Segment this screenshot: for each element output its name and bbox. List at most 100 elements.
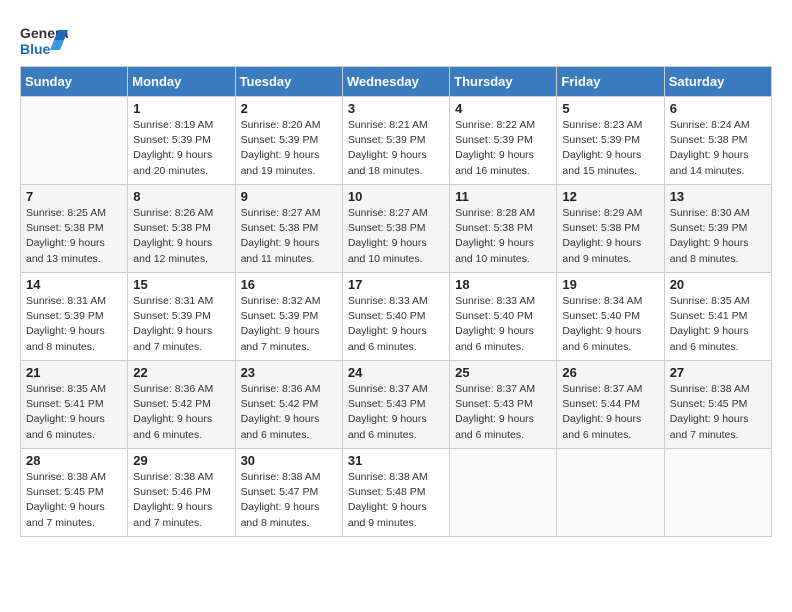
day-info: Sunrise: 8:38 AMSunset: 5:47 PMDaylight:… xyxy=(241,470,337,531)
day-info: Sunrise: 8:38 AMSunset: 5:45 PMDaylight:… xyxy=(670,382,766,443)
day-number: 17 xyxy=(348,277,444,292)
svg-text:Blue: Blue xyxy=(20,41,51,57)
day-cell: 19 Sunrise: 8:34 AMSunset: 5:40 PMDayligh… xyxy=(557,273,664,361)
col-header-thursday: Thursday xyxy=(450,67,557,97)
day-cell: 11 Sunrise: 8:28 AMSunset: 5:38 PMDayligh… xyxy=(450,185,557,273)
day-cell xyxy=(557,449,664,537)
day-cell xyxy=(21,97,128,185)
day-number: 22 xyxy=(133,365,229,380)
day-number: 26 xyxy=(562,365,658,380)
day-info: Sunrise: 8:37 AMSunset: 5:43 PMDaylight:… xyxy=(455,382,551,443)
day-number: 21 xyxy=(26,365,122,380)
day-info: Sunrise: 8:20 AMSunset: 5:39 PMDaylight:… xyxy=(241,118,337,179)
day-info: Sunrise: 8:27 AMSunset: 5:38 PMDaylight:… xyxy=(241,206,337,267)
day-cell: 30 Sunrise: 8:38 AMSunset: 5:47 PMDayligh… xyxy=(235,449,342,537)
col-header-tuesday: Tuesday xyxy=(235,67,342,97)
day-info: Sunrise: 8:35 AMSunset: 5:41 PMDaylight:… xyxy=(26,382,122,443)
day-cell: 2Sunrise: 8:20 AMSunset: 5:39 PMDaylight… xyxy=(235,97,342,185)
day-info: Sunrise: 8:26 AMSunset: 5:38 PMDaylight:… xyxy=(133,206,229,267)
day-info: Sunrise: 8:33 AMSunset: 5:40 PMDaylight:… xyxy=(348,294,444,355)
day-cell: 16 Sunrise: 8:32 AMSunset: 5:39 PMDayligh… xyxy=(235,273,342,361)
week-row-1: 1 Sunrise: 8:19 AMSunset: 5:39 PMDaylight… xyxy=(21,97,772,185)
col-header-saturday: Saturday xyxy=(664,67,771,97)
day-number: 25 xyxy=(455,365,551,380)
day-number: 18 xyxy=(455,277,551,292)
header-row: SundayMondayTuesdayWednesdayThursdayFrid… xyxy=(21,67,772,97)
day-cell: 4Sunrise: 8:22 AMSunset: 5:39 PMDaylight… xyxy=(450,97,557,185)
day-info: Sunrise: 8:28 AMSunset: 5:38 PMDaylight:… xyxy=(455,206,551,267)
day-number: 19 xyxy=(562,277,658,292)
week-row-4: 21 Sunrise: 8:35 AMSunset: 5:41 PMDayligh… xyxy=(21,361,772,449)
page-header: General Blue xyxy=(20,20,772,60)
day-number: 6 xyxy=(670,101,766,116)
day-info: Sunrise: 8:34 AMSunset: 5:40 PMDaylight:… xyxy=(562,294,658,355)
day-number: 15 xyxy=(133,277,229,292)
day-info: Sunrise: 8:23 AMSunset: 5:39 PMDaylight:… xyxy=(562,118,658,179)
day-cell: 7 Sunrise: 8:25 AMSunset: 5:38 PMDaylight… xyxy=(21,185,128,273)
day-number: 31 xyxy=(348,453,444,468)
day-info: Sunrise: 8:36 AMSunset: 5:42 PMDaylight:… xyxy=(133,382,229,443)
day-cell: 18Sunrise: 8:33 AMSunset: 5:40 PMDayligh… xyxy=(450,273,557,361)
day-number: 28 xyxy=(26,453,122,468)
week-row-5: 28Sunrise: 8:38 AMSunset: 5:45 PMDayligh… xyxy=(21,449,772,537)
day-info: Sunrise: 8:25 AMSunset: 5:38 PMDaylight:… xyxy=(26,206,122,267)
day-info: Sunrise: 8:31 AMSunset: 5:39 PMDaylight:… xyxy=(133,294,229,355)
day-cell: 20 Sunrise: 8:35 AMSunset: 5:41 PMDayligh… xyxy=(664,273,771,361)
day-cell: 12Sunrise: 8:29 AMSunset: 5:38 PMDayligh… xyxy=(557,185,664,273)
day-info: Sunrise: 8:19 AMSunset: 5:39 PMDaylight:… xyxy=(133,118,229,179)
day-cell: 26Sunrise: 8:37 AMSunset: 5:44 PMDayligh… xyxy=(557,361,664,449)
day-number: 7 xyxy=(26,189,122,204)
day-cell: 5 Sunrise: 8:23 AMSunset: 5:39 PMDaylight… xyxy=(557,97,664,185)
day-cell: 31Sunrise: 8:38 AMSunset: 5:48 PMDayligh… xyxy=(342,449,449,537)
day-cell: 8 Sunrise: 8:26 AMSunset: 5:38 PMDaylight… xyxy=(128,185,235,273)
day-number: 14 xyxy=(26,277,122,292)
day-cell: 1 Sunrise: 8:19 AMSunset: 5:39 PMDaylight… xyxy=(128,97,235,185)
day-number: 20 xyxy=(670,277,766,292)
day-info: Sunrise: 8:30 AMSunset: 5:39 PMDaylight:… xyxy=(670,206,766,267)
day-number: 23 xyxy=(241,365,337,380)
col-header-sunday: Sunday xyxy=(21,67,128,97)
day-cell: 10 Sunrise: 8:27 AMSunset: 5:38 PMDayligh… xyxy=(342,185,449,273)
calendar-table: SundayMondayTuesdayWednesdayThursdayFrid… xyxy=(20,66,772,537)
day-info: Sunrise: 8:21 AMSunset: 5:39 PMDaylight:… xyxy=(348,118,444,179)
day-cell: 29Sunrise: 8:38 AMSunset: 5:46 PMDayligh… xyxy=(128,449,235,537)
day-cell: 28Sunrise: 8:38 AMSunset: 5:45 PMDayligh… xyxy=(21,449,128,537)
day-info: Sunrise: 8:36 AMSunset: 5:42 PMDaylight:… xyxy=(241,382,337,443)
day-number: 24 xyxy=(348,365,444,380)
day-info: Sunrise: 8:31 AMSunset: 5:39 PMDaylight:… xyxy=(26,294,122,355)
day-number: 30 xyxy=(241,453,337,468)
day-cell: 14 Sunrise: 8:31 AMSunset: 5:39 PMDayligh… xyxy=(21,273,128,361)
day-cell: 6 Sunrise: 8:24 AMSunset: 5:38 PMDaylight… xyxy=(664,97,771,185)
day-number: 5 xyxy=(562,101,658,116)
day-number: 8 xyxy=(133,189,229,204)
day-number: 11 xyxy=(455,189,551,204)
week-row-2: 7 Sunrise: 8:25 AMSunset: 5:38 PMDaylight… xyxy=(21,185,772,273)
day-number: 16 xyxy=(241,277,337,292)
day-number: 10 xyxy=(348,189,444,204)
day-cell xyxy=(450,449,557,537)
day-number: 1 xyxy=(133,101,229,116)
day-cell: 27Sunrise: 8:38 AMSunset: 5:45 PMDayligh… xyxy=(664,361,771,449)
day-cell: 22 Sunrise: 8:36 AMSunset: 5:42 PMDayligh… xyxy=(128,361,235,449)
day-info: Sunrise: 8:32 AMSunset: 5:39 PMDaylight:… xyxy=(241,294,337,355)
week-row-3: 14 Sunrise: 8:31 AMSunset: 5:39 PMDayligh… xyxy=(21,273,772,361)
day-number: 4 xyxy=(455,101,551,116)
day-cell: 15 Sunrise: 8:31 AMSunset: 5:39 PMDayligh… xyxy=(128,273,235,361)
col-header-friday: Friday xyxy=(557,67,664,97)
day-cell: 17 Sunrise: 8:33 AMSunset: 5:40 PMDayligh… xyxy=(342,273,449,361)
day-cell: 9 Sunrise: 8:27 AMSunset: 5:38 PMDaylight… xyxy=(235,185,342,273)
day-cell: 13 Sunrise: 8:30 AMSunset: 5:39 PMDayligh… xyxy=(664,185,771,273)
col-header-monday: Monday xyxy=(128,67,235,97)
day-info: Sunrise: 8:24 AMSunset: 5:38 PMDaylight:… xyxy=(670,118,766,179)
day-info: Sunrise: 8:27 AMSunset: 5:38 PMDaylight:… xyxy=(348,206,444,267)
day-cell: 21 Sunrise: 8:35 AMSunset: 5:41 PMDayligh… xyxy=(21,361,128,449)
logo: General Blue xyxy=(20,20,68,60)
day-info: Sunrise: 8:35 AMSunset: 5:41 PMDaylight:… xyxy=(670,294,766,355)
col-header-wednesday: Wednesday xyxy=(342,67,449,97)
day-number: 13 xyxy=(670,189,766,204)
day-cell: 24 Sunrise: 8:37 AMSunset: 5:43 PMDayligh… xyxy=(342,361,449,449)
day-number: 9 xyxy=(241,189,337,204)
day-cell: 25 Sunrise: 8:37 AMSunset: 5:43 PMDayligh… xyxy=(450,361,557,449)
day-number: 3 xyxy=(348,101,444,116)
day-info: Sunrise: 8:37 AMSunset: 5:43 PMDaylight:… xyxy=(348,382,444,443)
